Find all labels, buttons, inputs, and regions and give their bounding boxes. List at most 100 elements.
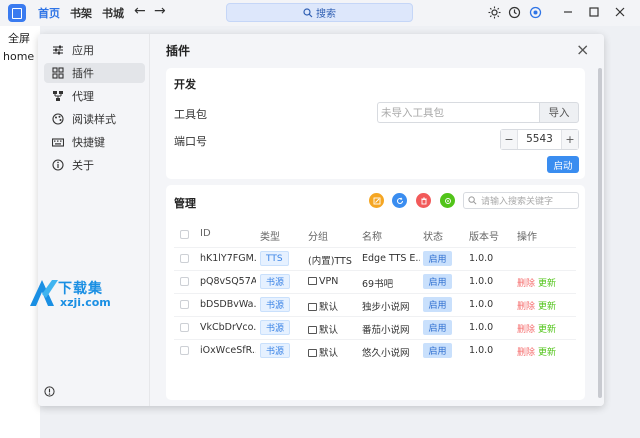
sun-icon[interactable]: [487, 5, 501, 19]
dialog-title: 插件: [166, 44, 191, 58]
back-arrow-icon[interactable]: ←: [134, 3, 146, 19]
row-update-link[interactable]: 更新: [538, 299, 556, 312]
cell-status-button[interactable]: 启用: [423, 251, 452, 266]
table-row: bDSDBvWa... 书源 默认 独步小说网 启用 1.0.0 删除更新: [174, 293, 576, 316]
link-icon: [444, 197, 451, 204]
table-row: VkCbDrVco... 书源 默认 番茄小说网 启用 1.0.0 删除更新: [174, 316, 576, 339]
cell-name: 番茄小说网: [362, 325, 410, 336]
cell-name: Edge TTS E...: [362, 253, 420, 264]
manage-card-title: 管理: [174, 197, 196, 210]
group-icon: [308, 277, 317, 285]
link-button[interactable]: [440, 193, 455, 208]
cell-version: 1.0.0: [469, 322, 494, 333]
port-label: 端口号: [174, 135, 207, 148]
refresh-icon: [396, 197, 403, 204]
col-group: 分组: [308, 232, 328, 243]
group-icon: [308, 326, 317, 334]
dialog-close-icon[interactable]: ×: [576, 40, 589, 59]
table-header: ID 类型 分组 名称 状态 版本号 操作: [174, 225, 576, 245]
table-row: iOxWceSfR... 书源 默认 悠久小说网 启用 1.0.0 删除 更新: [174, 339, 576, 362]
cell-version: 1.0.0: [469, 253, 494, 264]
search-icon: [303, 7, 313, 17]
import-button[interactable]: 导入: [539, 102, 579, 123]
global-search-button[interactable]: 搜索: [226, 3, 413, 22]
refresh-button[interactable]: [392, 193, 407, 208]
group-icon: [308, 303, 317, 311]
cell-status-button[interactable]: 启用: [423, 343, 452, 358]
plugin-search-placeholder: 请输入搜索关键字: [481, 197, 554, 207]
row-delete-link[interactable]: 删除: [517, 276, 535, 289]
cell-group-label: 默认: [319, 348, 339, 359]
port-increment-button[interactable]: +: [562, 130, 578, 149]
col-name: 名称: [362, 232, 382, 243]
nav-tab-bookstore[interactable]: 书城: [102, 5, 124, 21]
sidebar-item-proxy[interactable]: 代理: [44, 86, 145, 106]
row-update-link[interactable]: 更新: [538, 345, 556, 358]
history-icon[interactable]: [507, 5, 521, 19]
settings-icon[interactable]: [528, 5, 542, 19]
cell-group: 默认: [308, 322, 338, 336]
about-info-icon[interactable]: [44, 386, 55, 397]
cell-status-button[interactable]: 启用: [423, 274, 452, 289]
sidebar-item-reading-style[interactable]: 阅读样式: [44, 109, 145, 129]
row-checkbox[interactable]: [180, 346, 189, 355]
col-version: 版本号: [469, 232, 499, 243]
nav-tab-home[interactable]: 首页: [38, 5, 60, 21]
cell-name: 悠久小说网: [362, 348, 410, 359]
plugin-search-input[interactable]: 请输入搜索关键字: [463, 192, 579, 209]
row-delete-link[interactable]: 删除: [517, 345, 535, 358]
search-icon: [468, 196, 477, 205]
cell-id: VkCbDrVco...: [200, 322, 256, 333]
dev-card: 开发 工具包 未导入工具包 导入 端口号 − 5543 + 启动: [166, 68, 585, 179]
palette-icon: [52, 113, 64, 125]
nav-tab-bookshelf[interactable]: 书架: [70, 5, 92, 21]
settings-sidebar: 应用 插件 代理 阅读样式 快捷键 关于: [38, 34, 150, 406]
app-logo-icon: [8, 4, 26, 22]
scrollbar[interactable]: [598, 68, 602, 398]
sidebar-item-label: 关于: [72, 159, 94, 172]
watermark-url: xzji.com: [60, 296, 111, 309]
sidebar-item-plugins[interactable]: 插件: [44, 63, 145, 83]
cell-id: iOxWceSfR...: [200, 345, 256, 356]
col-status: 状态: [423, 232, 443, 243]
select-all-checkbox[interactable]: [180, 230, 189, 239]
cell-group: (内置)TTS: [308, 253, 352, 267]
port-decrement-button[interactable]: −: [501, 130, 517, 149]
keyboard-icon: [52, 138, 64, 147]
port-input[interactable]: 5543: [517, 130, 562, 149]
sidebar-item-label: 应用: [72, 44, 94, 57]
port-stepper: − 5543 +: [500, 129, 579, 150]
forward-arrow-icon[interactable]: →: [154, 3, 166, 19]
network-icon: [53, 91, 63, 101]
start-button[interactable]: 启动: [547, 156, 579, 173]
sidebar-item-shortcuts[interactable]: 快捷键: [44, 132, 145, 152]
sidebar-item-app[interactable]: 应用: [44, 40, 145, 60]
row-update-link[interactable]: 更新: [538, 276, 556, 289]
cell-version: 1.0.0: [469, 299, 494, 310]
plugins-content: 插件 × 开发 工具包 未导入工具包 导入 端口号 − 5543 + 启动 管理: [150, 34, 604, 406]
toolkit-field[interactable]: 未导入工具包: [377, 102, 539, 123]
row-checkbox[interactable]: [180, 300, 189, 309]
edit-button[interactable]: [369, 193, 384, 208]
cell-status-button[interactable]: 启用: [423, 320, 452, 335]
row-update-link[interactable]: 更新: [538, 322, 556, 335]
delete-button[interactable]: [416, 193, 431, 208]
sidebar-item-label: 插件: [72, 67, 94, 80]
info-icon: [52, 159, 64, 171]
fullscreen-tab[interactable]: 全屏: [8, 30, 30, 46]
home-text: home: [3, 50, 35, 63]
row-checkbox[interactable]: [180, 254, 189, 263]
maximize-icon[interactable]: [587, 5, 601, 19]
edit-icon: [373, 197, 380, 204]
minimize-icon[interactable]: [561, 5, 575, 19]
row-checkbox[interactable]: [180, 277, 189, 286]
row-delete-link[interactable]: 删除: [517, 322, 535, 335]
cell-status-button[interactable]: 启用: [423, 297, 452, 312]
sidebar-item-about[interactable]: 关于: [44, 155, 145, 175]
cell-type-tag: 书源: [260, 343, 291, 358]
sliders-icon: [53, 45, 63, 55]
row-delete-link[interactable]: 删除: [517, 299, 535, 312]
toolkit-label: 工具包: [174, 108, 207, 121]
window-close-icon[interactable]: [613, 5, 627, 19]
row-checkbox[interactable]: [180, 323, 189, 332]
